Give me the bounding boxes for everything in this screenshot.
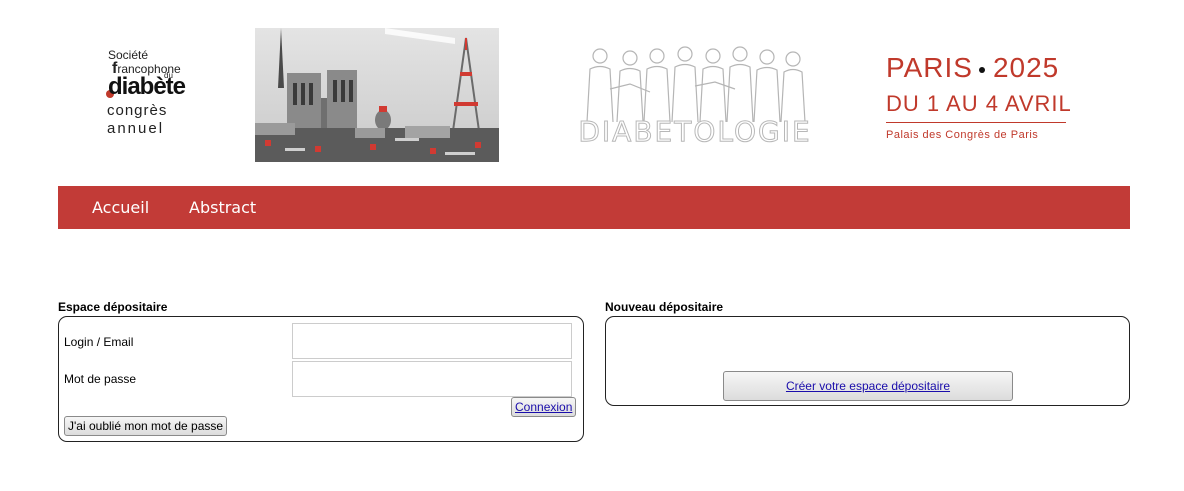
new-depositor-panel: Créer votre espace dépositaire bbox=[605, 316, 1130, 406]
sfd-logo-line6: annuel bbox=[107, 120, 165, 137]
main-nav: Accueil Abstract bbox=[58, 186, 1130, 229]
site-header: Société francophone du diabète congrès a… bbox=[0, 0, 1184, 185]
password-label: Mot de passe bbox=[64, 372, 137, 386]
login-panel: Login / Email Mot de passe Connexion J'a… bbox=[58, 316, 584, 442]
forgot-password-button[interactable]: J'ai oublié mon mot de passe bbox=[64, 416, 228, 436]
nav-item-abstract[interactable]: Abstract bbox=[189, 198, 256, 217]
event-dates: DU 1 AU 4 AVRIL bbox=[886, 91, 1072, 116]
paris-skyline-illustration bbox=[255, 28, 499, 162]
event-info: PARIS 2025 DU 1 AU 4 AVRIL Palais des Con… bbox=[886, 52, 1071, 146]
sfd-logo-line5: congrès bbox=[107, 102, 168, 119]
create-account-button[interactable]: Créer votre espace dépositaire bbox=[723, 371, 1013, 401]
page: Société francophone du diabète congrès a… bbox=[0, 0, 1184, 491]
sfd-logo: Société francophone du diabète congrès a… bbox=[100, 46, 200, 146]
nav-item-accueil[interactable]: Accueil bbox=[92, 198, 149, 217]
event-venue: Palais des Congrès de Paris bbox=[886, 129, 1039, 141]
connexion-button[interactable]: Connexion bbox=[511, 397, 577, 417]
sfd-logo-line4: diabète bbox=[108, 73, 186, 100]
event-city-year: PARIS 2025 bbox=[886, 52, 1060, 83]
diabetologie-illustration: DIABETOLOGIE bbox=[575, 44, 815, 149]
login-label: Login / Email bbox=[64, 335, 134, 349]
people-sketch-icon bbox=[586, 46, 806, 123]
new-panel-title: Nouveau dépositaire bbox=[605, 300, 724, 314]
password-input[interactable] bbox=[292, 361, 572, 397]
login-email-input[interactable] bbox=[292, 323, 572, 359]
login-panel-title: Espace dépositaire bbox=[58, 300, 168, 314]
event-divider bbox=[886, 122, 1066, 123]
diabetologie-wordmark: DIABETOLOGIE bbox=[578, 115, 812, 149]
bullet-dot bbox=[978, 66, 985, 73]
